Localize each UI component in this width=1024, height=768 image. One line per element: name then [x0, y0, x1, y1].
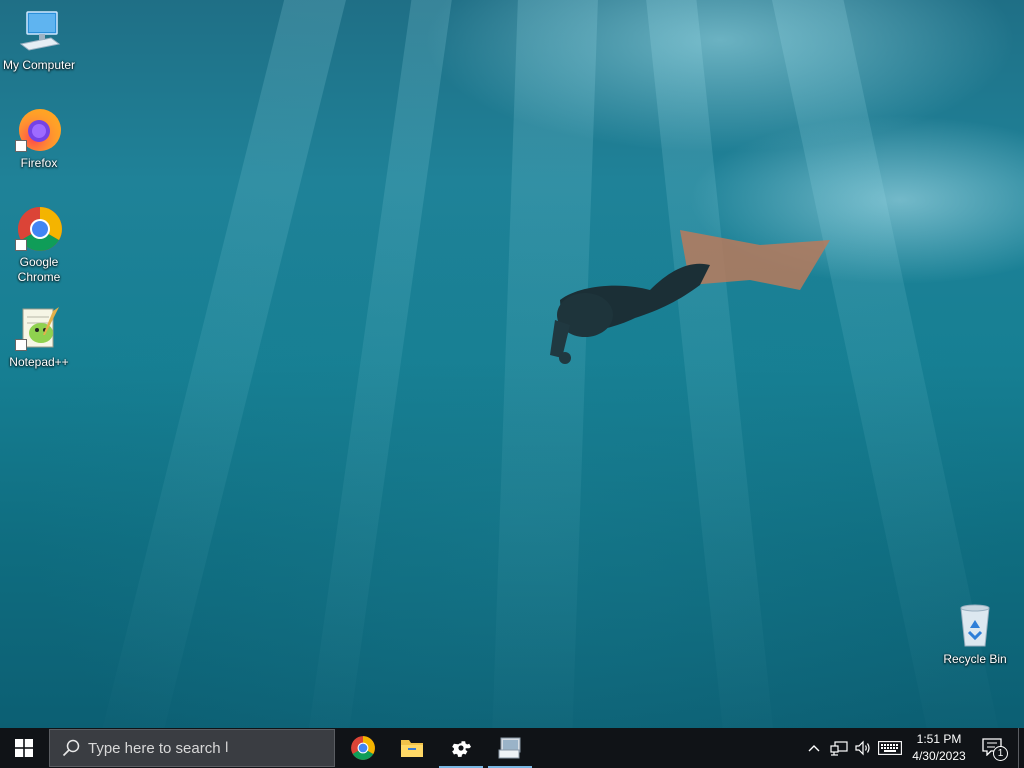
light-ray	[92, 0, 360, 728]
taskbar-file-explorer[interactable]	[388, 728, 436, 768]
desktop-icon-label: Recycle Bin	[943, 652, 1007, 666]
volume-icon	[855, 740, 870, 756]
firefox-icon	[15, 106, 63, 154]
desktop-icon-label: Notepad++	[9, 355, 69, 369]
network-icon	[830, 741, 848, 756]
chrome-icon	[351, 736, 375, 760]
desktop-icon-label: My Computer	[2, 58, 76, 72]
show-hidden-icons-button[interactable]	[804, 728, 824, 768]
taskbar-chrome[interactable]	[339, 728, 387, 768]
gear-icon	[452, 741, 472, 757]
search-icon	[62, 739, 80, 757]
desktop-icon-notepadpp[interactable]: Notepad++	[1, 305, 77, 370]
taskbar-settings[interactable]	[437, 728, 485, 768]
notification-badge: 1	[993, 746, 1008, 761]
volume-button[interactable]	[851, 728, 875, 768]
notepadpp-icon	[15, 305, 63, 353]
shortcut-arrow-icon	[15, 140, 27, 152]
desktop-icon-firefox[interactable]: Firefox	[1, 106, 77, 171]
desktop-icon-label: Firefox	[20, 156, 58, 170]
taskbar-app-window[interactable]	[486, 728, 534, 768]
shortcut-arrow-icon	[15, 239, 27, 251]
diver-image	[550, 230, 830, 364]
clock[interactable]: 1:51 PM 4/30/2023	[905, 728, 973, 768]
search-placeholder: Type here to search	[88, 739, 221, 757]
text-cursor-icon: I	[224, 740, 229, 756]
windows-logo-icon	[15, 739, 33, 757]
touch-keyboard-button[interactable]	[876, 728, 904, 768]
taskbar: Type here to search I 1:51 PM 4/30/2023 …	[0, 728, 1024, 768]
computer-icon	[15, 8, 63, 56]
clock-time: 1:51 PM	[916, 732, 962, 746]
chevron-up-icon	[808, 745, 820, 752]
app-window-icon	[498, 737, 521, 759]
folder-icon	[401, 740, 423, 757]
search-input[interactable]: Type here to search I	[49, 729, 335, 767]
light-ray	[300, 0, 460, 728]
desktop-icon-label: Google Chrome	[17, 255, 61, 284]
clock-date: 4/30/2023	[912, 749, 966, 763]
desktop-icon-google-chrome[interactable]: Google Chrome	[1, 205, 77, 285]
desktop-wallpaper: My Computer Firefox Google Chrome Notepa…	[0, 0, 1024, 728]
desktop-icon-my-computer[interactable]: My Computer	[1, 8, 77, 73]
keyboard-icon	[878, 741, 902, 755]
start-button[interactable]	[0, 728, 48, 768]
recycle-bin-icon	[951, 602, 999, 650]
shortcut-arrow-icon	[15, 339, 27, 351]
action-center-button[interactable]: 1	[978, 728, 1008, 768]
desktop-icon-recycle-bin[interactable]: Recycle Bin	[937, 602, 1013, 667]
chrome-icon	[15, 205, 63, 253]
show-desktop-button[interactable]	[1018, 728, 1024, 768]
network-button[interactable]	[827, 728, 851, 768]
